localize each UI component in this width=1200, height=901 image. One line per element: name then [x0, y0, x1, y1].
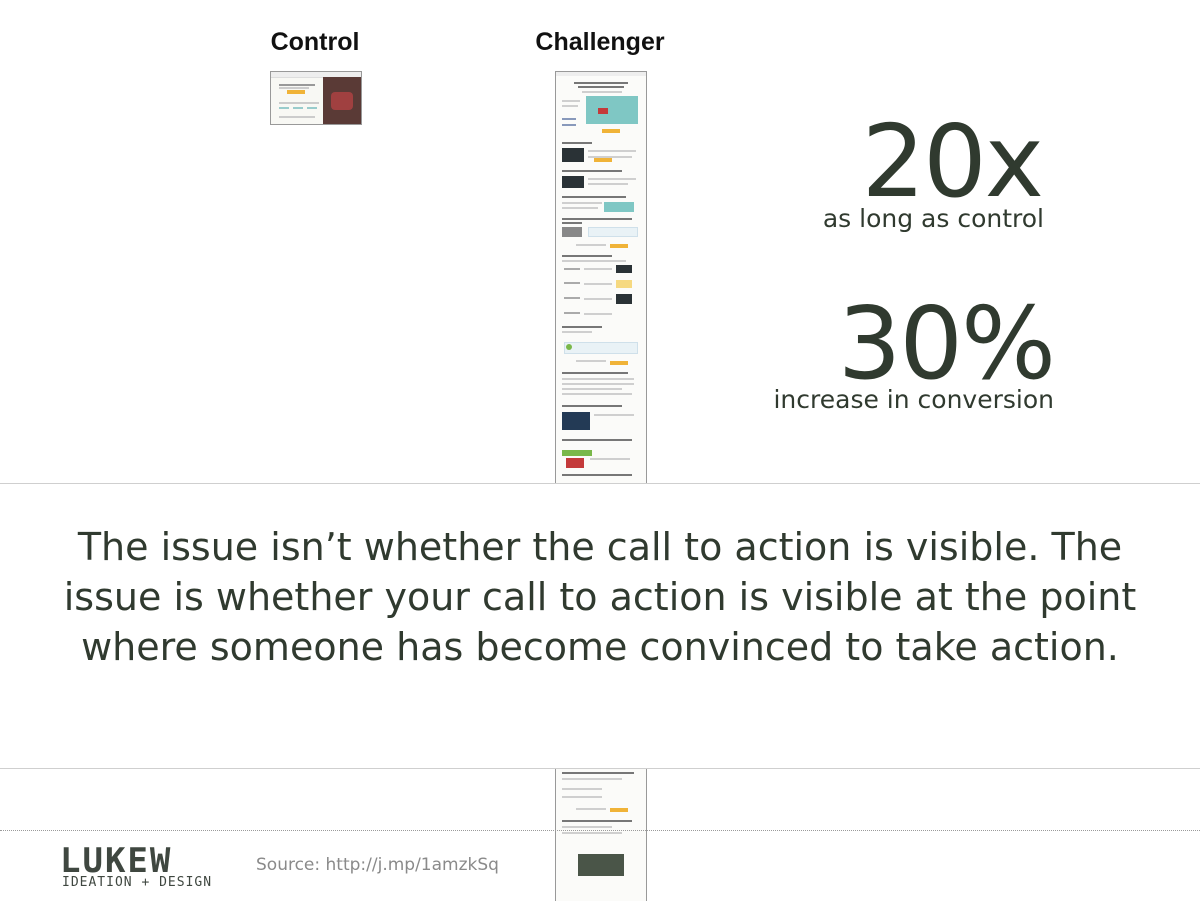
- quote-text: The issue isn’t whether the call to acti…: [63, 525, 1137, 669]
- stat-value-time-on-page: 20x: [861, 103, 1044, 220]
- footer-divider: [0, 830, 1200, 831]
- logo-wordmark: LUKEW: [60, 841, 173, 881]
- control-page-thumbnail: [270, 71, 362, 125]
- stat-caption-time-on-page: as long as control: [822, 204, 1044, 233]
- source-citation: Source: http://j.mp/1amzkSq: [256, 855, 499, 875]
- control-label: Control: [270, 28, 360, 56]
- quote-band: The issue isn’t whether the call to acti…: [0, 483, 1200, 769]
- lukew-logo: LUKEW IDEATION + DESIGN: [60, 841, 232, 890]
- logo-tagline: IDEATION + DESIGN: [62, 875, 213, 890]
- stat-caption-conversion: increase in conversion: [773, 385, 1054, 414]
- stat-value-conversion: 30%: [837, 285, 1056, 402]
- challenger-label: Challenger: [535, 28, 665, 56]
